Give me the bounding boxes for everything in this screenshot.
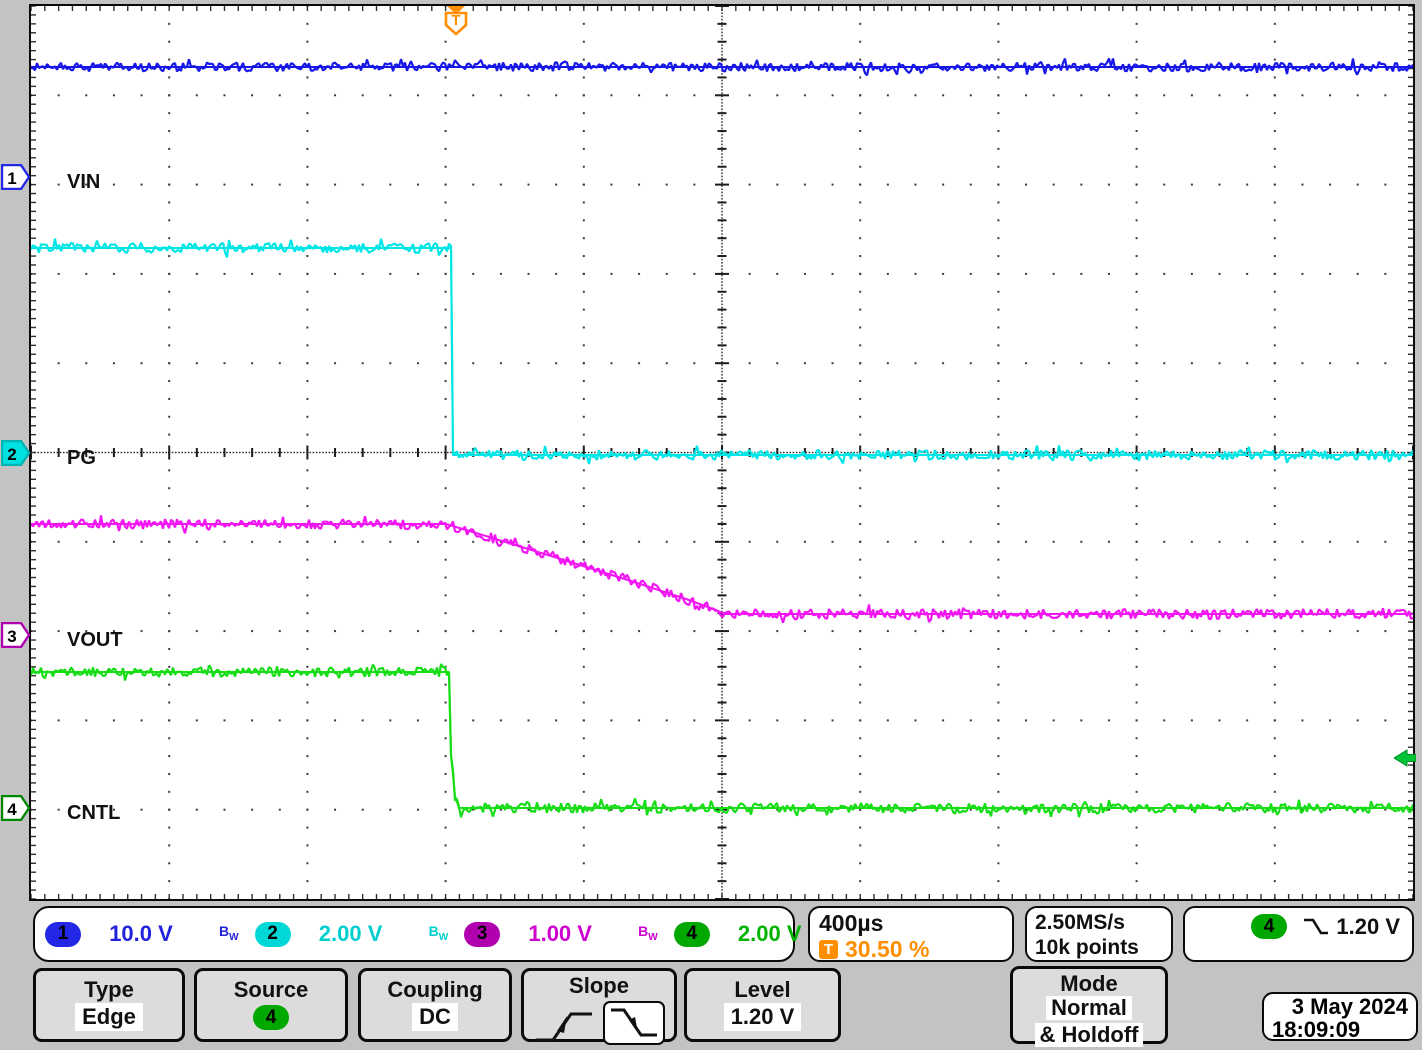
channel1-scale: 10.0 V <box>99 921 183 947</box>
trigger-level-value: 1.20 V <box>1336 914 1400 940</box>
channel4-ground-marker[interactable]: 4 <box>1 795 31 821</box>
acquisition-readout: 2.50MS/s 10k points <box>1025 906 1173 962</box>
channel2-scale: 2.00 V <box>309 921 393 947</box>
channel3-marker-digit: 3 <box>7 627 16 646</box>
slope-falling-selected-box[interactable] <box>603 1001 665 1045</box>
channel2-readout: 2 2.00 V BW <box>255 921 449 947</box>
mode-button[interactable]: Mode Normal & Holdoff <box>1010 966 1168 1044</box>
channel4-scale: 2.00 V <box>728 921 812 947</box>
channel-scale-readout-bar: 1 10.0 V BW 2 2.00 V BW 3 1.00 V BW 4 2.… <box>33 906 795 962</box>
slope-button-title: Slope <box>524 973 674 999</box>
trigger-position-letter: T <box>451 12 460 29</box>
type-button-title: Type <box>36 977 182 1003</box>
channel3-badge: 3 <box>464 922 500 947</box>
timebase-readout: 400µs T 30.50 % <box>808 906 1014 962</box>
graticule-and-traces <box>31 6 1413 899</box>
trigger-level-arrow-icon[interactable] <box>1394 748 1416 768</box>
trigger-position-percent: 30.50 % <box>845 936 929 963</box>
channel3-ground-marker[interactable]: 3 <box>1 622 31 648</box>
slope-falling-icon <box>608 1005 660 1041</box>
channel4-marker-digit: 4 <box>7 800 17 819</box>
mode-button-title: Mode <box>1013 972 1165 996</box>
channel3-trace-label: VOUT <box>67 629 123 652</box>
record-length: 10k points <box>1035 935 1171 960</box>
trigger-source-badge: 4 <box>1251 914 1287 939</box>
slope-rising-icon[interactable] <box>533 1005 595 1045</box>
channel2-trace-label: PG <box>67 447 96 470</box>
source-button[interactable]: Source 4 <box>194 968 348 1042</box>
datetime-display: 3 May 2024 18:09:09 <box>1262 992 1418 1041</box>
level-button-value: 1.20 V <box>724 1003 802 1031</box>
level-button[interactable]: Level 1.20 V <box>684 968 841 1042</box>
channel4-badge: 4 <box>674 922 710 947</box>
channel1-trace-label: VIN <box>67 171 100 194</box>
channel1-bandwidth-icon: BW <box>219 924 239 945</box>
channel2-bandwidth-icon: BW <box>429 924 449 945</box>
type-button-value: Edge <box>75 1003 143 1031</box>
channel2-ground-marker[interactable]: 2 <box>1 440 31 466</box>
channel4-trace-label: CNTL <box>67 802 120 825</box>
channel2-marker-digit: 2 <box>7 445 16 464</box>
mode-button-value2: & Holdoff <box>1035 1023 1144 1047</box>
type-button[interactable]: Type Edge <box>33 968 185 1042</box>
sample-rate: 2.50MS/s <box>1035 910 1171 935</box>
channel1-ground-marker[interactable]: 1 <box>1 164 31 190</box>
trigger-readout: 4 1.20 V <box>1183 906 1414 962</box>
trigger-position-marker[interactable]: T <box>443 5 469 36</box>
channel1-readout: 1 10.0 V BW <box>45 921 239 947</box>
source-button-title: Source <box>197 977 345 1003</box>
channel3-scale: 1.00 V <box>518 921 602 947</box>
channel1-marker-digit: 1 <box>7 169 16 188</box>
source-button-channel-badge: 4 <box>253 1005 289 1030</box>
channel2-badge: 2 <box>255 922 291 947</box>
coupling-button-title: Coupling <box>361 977 509 1003</box>
waveform-display: T VIN PG VOUT CNTL <box>29 4 1415 901</box>
mode-button-value1: Normal <box>1046 996 1132 1020</box>
channel3-bandwidth-icon: BW <box>638 924 658 945</box>
timebase-value: 400µs <box>819 910 1012 936</box>
slope-button[interactable]: Slope <box>521 968 677 1042</box>
trigger-icon: T <box>819 940 838 959</box>
channel3-readout: 3 1.00 V BW <box>464 921 658 947</box>
channel1-badge: 1 <box>45 922 81 947</box>
level-button-title: Level <box>687 977 838 1003</box>
coupling-button-value: DC <box>412 1003 458 1031</box>
trigger-slope-falling-icon <box>1301 916 1331 940</box>
coupling-button[interactable]: Coupling DC <box>358 968 512 1042</box>
time-text: 18:09:09 <box>1272 1018 1408 1041</box>
date-text: 3 May 2024 <box>1272 995 1408 1018</box>
